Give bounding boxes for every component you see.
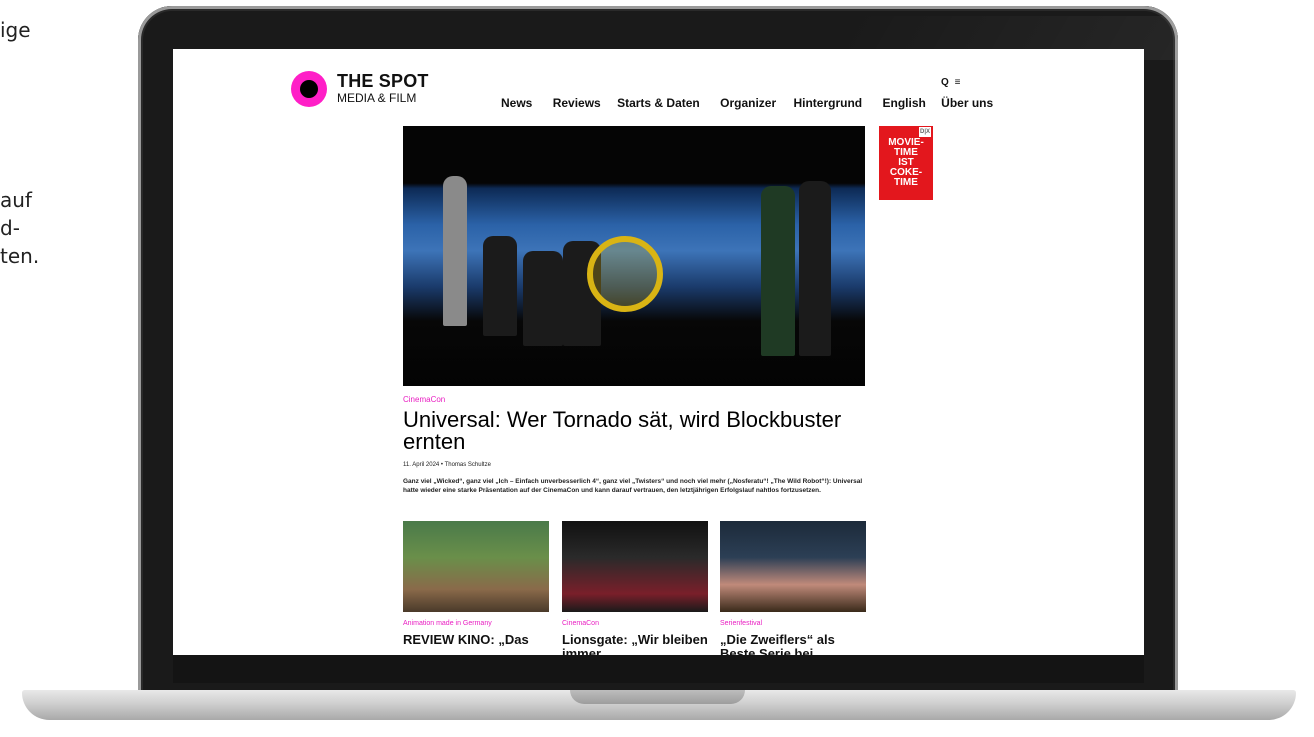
card-title[interactable]: REVIEW KINO: „Das — [403, 633, 549, 647]
nav-item-reviews[interactable]: Reviews — [553, 96, 601, 110]
hero-fan — [587, 236, 663, 312]
slide-text-fragment: d- — [0, 216, 20, 240]
card-kicker[interactable]: CinemaCon — [562, 619, 708, 628]
logo-dot — [300, 80, 318, 98]
slide-text-fragment: ten. — [0, 244, 40, 268]
card-thumbnail[interactable] — [562, 521, 708, 612]
menu-icon[interactable]: ≡ — [955, 77, 961, 88]
card-title[interactable]: Lionsgate: „Wir bleiben immer — [562, 633, 708, 656]
lead-lede: Ganz viel „Wicked“, ganz viel „Ich – Ein… — [403, 478, 863, 494]
lead-kicker[interactable]: CinemaCon — [403, 395, 445, 404]
article-card[interactable]: CinemaCon Lionsgate: „Wir bleiben immer — [562, 521, 708, 655]
card-title[interactable]: „Die Zweiflers“ als Beste Serie bei — [720, 633, 866, 656]
hero-figure — [761, 186, 795, 356]
nav-item-news[interactable]: News — [501, 96, 532, 110]
logo-subtitle: MEDIA & FILM — [337, 91, 417, 105]
article-card[interactable]: Serienfestival „Die Zweiflers“ als Beste… — [720, 521, 866, 655]
ad-banner[interactable]: D|X MOVIE- TIME IST COKE- TIME — [879, 126, 933, 200]
nav-item-starts-daten[interactable]: Starts & Daten — [617, 96, 700, 110]
lead-meta: 11. April 2024 • Thomas Schultze — [403, 462, 491, 468]
card-kicker[interactable]: Serienfestival — [720, 619, 866, 628]
laptop-screen: THE SPOT MEDIA & FILM Q ≡ News Reviews S… — [173, 49, 1144, 655]
main-nav: News Reviews Starts & Daten Organizer Hi… — [501, 96, 993, 110]
screen-bezel — [173, 655, 1144, 683]
hero-figure — [443, 176, 467, 326]
laptop-notch — [570, 690, 745, 704]
logo-ring-icon — [291, 71, 327, 107]
header-tools: Q ≡ — [941, 77, 960, 88]
article-card[interactable]: Animation made in Germany REVIEW KINO: „… — [403, 521, 549, 647]
website: THE SPOT MEDIA & FILM Q ≡ News Reviews S… — [291, 49, 993, 655]
nav-item-hintergrund[interactable]: Hintergrund — [793, 96, 862, 110]
card-kicker[interactable]: Animation made in Germany — [403, 619, 549, 628]
lead-headline[interactable]: Universal: Wer Tornado sät, wird Blockbu… — [403, 409, 873, 453]
slide-text-fragment: auf — [0, 188, 32, 212]
slide-text-fragment: ige — [0, 18, 31, 42]
hero-figure — [799, 181, 831, 356]
card-thumbnail[interactable] — [403, 521, 549, 612]
nav-item-ueber-uns[interactable]: Über uns — [941, 96, 993, 110]
card-thumbnail[interactable] — [720, 521, 866, 612]
logo-title: THE SPOT — [337, 71, 429, 91]
hero-figure — [523, 251, 563, 346]
search-icon[interactable]: Q — [941, 77, 949, 88]
slide-text-block: auf d- ten. — [0, 186, 39, 270]
nav-item-english[interactable]: English — [882, 96, 925, 110]
hero-figure — [483, 236, 517, 336]
ad-badge: D|X — [918, 127, 931, 137]
nav-item-organizer[interactable]: Organizer — [720, 96, 776, 110]
hero-image[interactable] — [403, 126, 865, 386]
